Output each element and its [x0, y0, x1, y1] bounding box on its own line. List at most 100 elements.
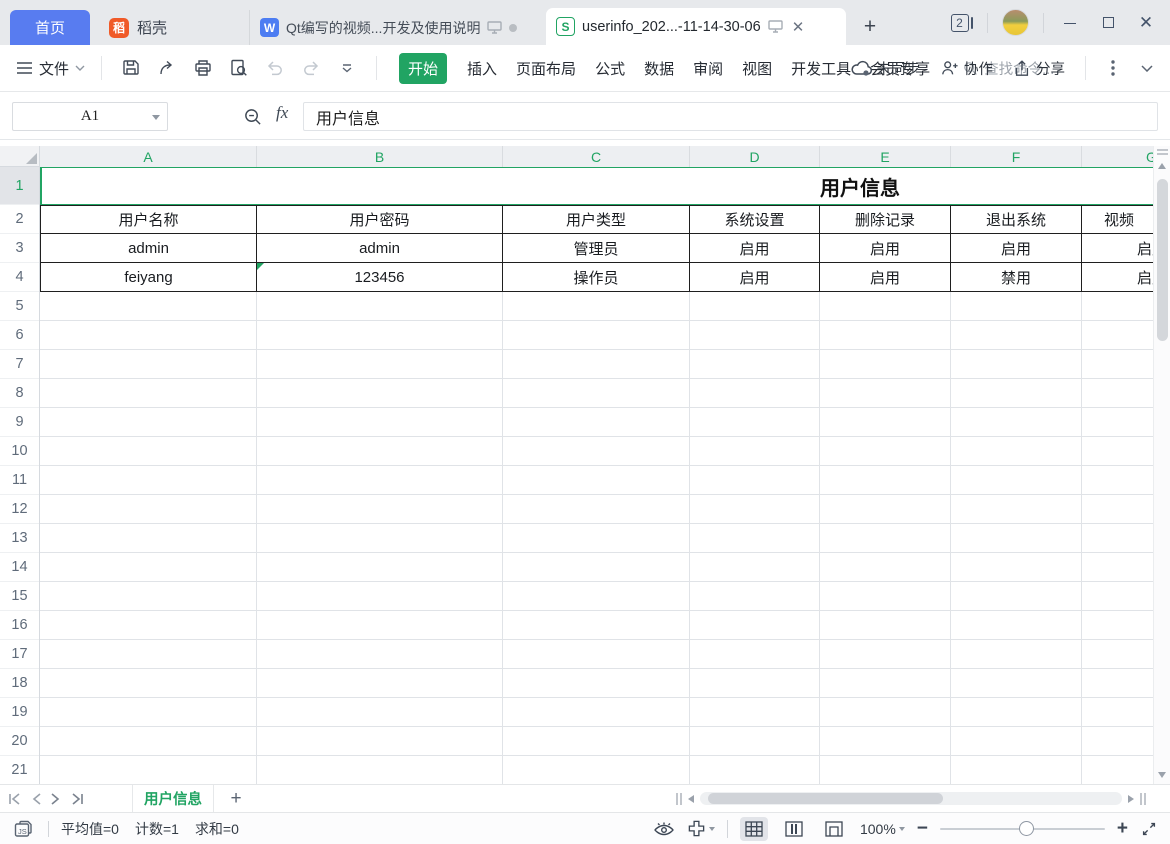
split-pane-grip[interactable] [1140, 793, 1146, 805]
column-header-A[interactable]: A [40, 146, 257, 167]
row-header-10[interactable]: 10 [0, 437, 39, 466]
cell[interactable] [503, 698, 690, 726]
first-sheet-icon[interactable] [8, 793, 22, 805]
cell[interactable] [820, 582, 951, 610]
zoom-slider-thumb[interactable] [1019, 821, 1034, 836]
cell[interactable] [40, 379, 257, 407]
cell[interactable] [257, 553, 503, 581]
cell[interactable] [257, 698, 503, 726]
cell[interactable] [1082, 466, 1153, 494]
cell[interactable] [503, 582, 690, 610]
cell[interactable] [951, 408, 1082, 436]
cell[interactable] [820, 756, 951, 784]
cell[interactable] [951, 698, 1082, 726]
cell[interactable] [690, 408, 820, 436]
cell[interactable] [690, 524, 820, 552]
row-header-11[interactable]: 11 [0, 466, 39, 495]
split-pane-grip[interactable] [676, 793, 682, 805]
cell[interactable] [690, 698, 820, 726]
cell[interactable] [820, 321, 951, 349]
cell[interactable] [1082, 756, 1153, 784]
cell[interactable] [503, 756, 690, 784]
cell[interactable]: admin [257, 234, 503, 263]
cell[interactable] [951, 292, 1082, 320]
horizontal-scrollbar[interactable] [676, 791, 1146, 806]
cell[interactable] [40, 437, 257, 465]
row-header-21[interactable]: 21 [0, 756, 39, 784]
cell[interactable] [257, 727, 503, 755]
next-sheet-icon[interactable] [51, 793, 60, 805]
scroll-up-icon[interactable] [1158, 163, 1166, 169]
tab-spreadsheet-document-active[interactable]: S userinfo_202...-11-14-30-06 ✕ [546, 8, 846, 45]
minimize-button[interactable] [1058, 13, 1082, 33]
cell[interactable] [820, 466, 951, 494]
zoom-out-button[interactable]: − [917, 819, 928, 838]
cell[interactable] [690, 437, 820, 465]
cell[interactable] [257, 524, 503, 552]
zoom-in-button[interactable]: + [1117, 819, 1128, 838]
last-sheet-icon[interactable] [70, 793, 84, 805]
cell[interactable]: 管理员 [503, 234, 690, 263]
cell[interactable] [951, 379, 1082, 407]
cell[interactable]: 用户类型 [503, 205, 690, 234]
user-avatar[interactable] [1002, 9, 1029, 36]
add-sheet-button[interactable]: + [224, 787, 248, 811]
cell[interactable] [40, 350, 257, 378]
cell[interactable] [820, 379, 951, 407]
customize-quickbar-chevron-icon[interactable] [334, 55, 360, 81]
cell[interactable] [257, 350, 503, 378]
column-header-D[interactable]: D [690, 146, 820, 167]
vertical-scrollbar[interactable] [1153, 146, 1170, 784]
sync-status[interactable]: 未同步 [845, 58, 927, 79]
cell[interactable] [257, 582, 503, 610]
cell[interactable] [1082, 669, 1153, 697]
cell[interactable] [690, 582, 820, 610]
cell[interactable] [690, 466, 820, 494]
cell[interactable] [40, 553, 257, 581]
prev-sheet-icon[interactable] [32, 793, 41, 805]
cell[interactable] [257, 756, 503, 784]
cell[interactable] [503, 379, 690, 407]
window-switcher-button[interactable]: 2 [951, 14, 974, 32]
cell[interactable] [951, 466, 1082, 494]
row-header-1[interactable]: 1 [0, 167, 39, 205]
cell[interactable] [690, 321, 820, 349]
horizontal-scroll-thumb[interactable] [708, 793, 943, 804]
ribbon-tab-审阅[interactable]: 审阅 [693, 58, 723, 79]
zoom-level-button[interactable]: 100% [860, 821, 905, 837]
cell[interactable] [257, 640, 503, 668]
eye-protection-icon[interactable] [653, 820, 675, 838]
row-header-18[interactable]: 18 [0, 669, 39, 698]
cell[interactable] [503, 292, 690, 320]
cell[interactable] [690, 495, 820, 523]
cell[interactable] [820, 611, 951, 639]
page-layout-view-button[interactable] [820, 817, 848, 841]
row-header-15[interactable]: 15 [0, 582, 39, 611]
cell[interactable] [820, 553, 951, 581]
ribbon-tab-页面布局[interactable]: 页面布局 [516, 58, 576, 79]
ribbon-tab-数据[interactable]: 数据 [644, 58, 674, 79]
cell[interactable] [690, 611, 820, 639]
cell[interactable] [820, 698, 951, 726]
ribbon-tab-开发工具[interactable]: 开发工具 [791, 58, 851, 79]
cell[interactable]: 操作员 [503, 263, 690, 292]
print-button[interactable] [190, 55, 216, 81]
row-header-5[interactable]: 5 [0, 292, 39, 321]
cell[interactable] [257, 408, 503, 436]
row-header-13[interactable]: 13 [0, 524, 39, 553]
cell[interactable] [257, 669, 503, 697]
merged-title-cell[interactable]: 用户信息 [40, 167, 1153, 205]
cell[interactable] [257, 466, 503, 494]
undo-button[interactable] [262, 55, 288, 81]
insert-function-button[interactable]: fx [276, 103, 288, 123]
row-header-12[interactable]: 12 [0, 495, 39, 524]
close-window-button[interactable]: ✕ [1134, 13, 1158, 33]
cell[interactable] [951, 321, 1082, 349]
redo-button[interactable] [298, 55, 324, 81]
cell[interactable] [690, 379, 820, 407]
row-header-4[interactable]: 4 [0, 263, 39, 292]
cell[interactable] [951, 640, 1082, 668]
cell[interactable] [951, 756, 1082, 784]
ribbon-tab-插入[interactable]: 插入 [467, 58, 497, 79]
row-header-8[interactable]: 8 [0, 379, 39, 408]
